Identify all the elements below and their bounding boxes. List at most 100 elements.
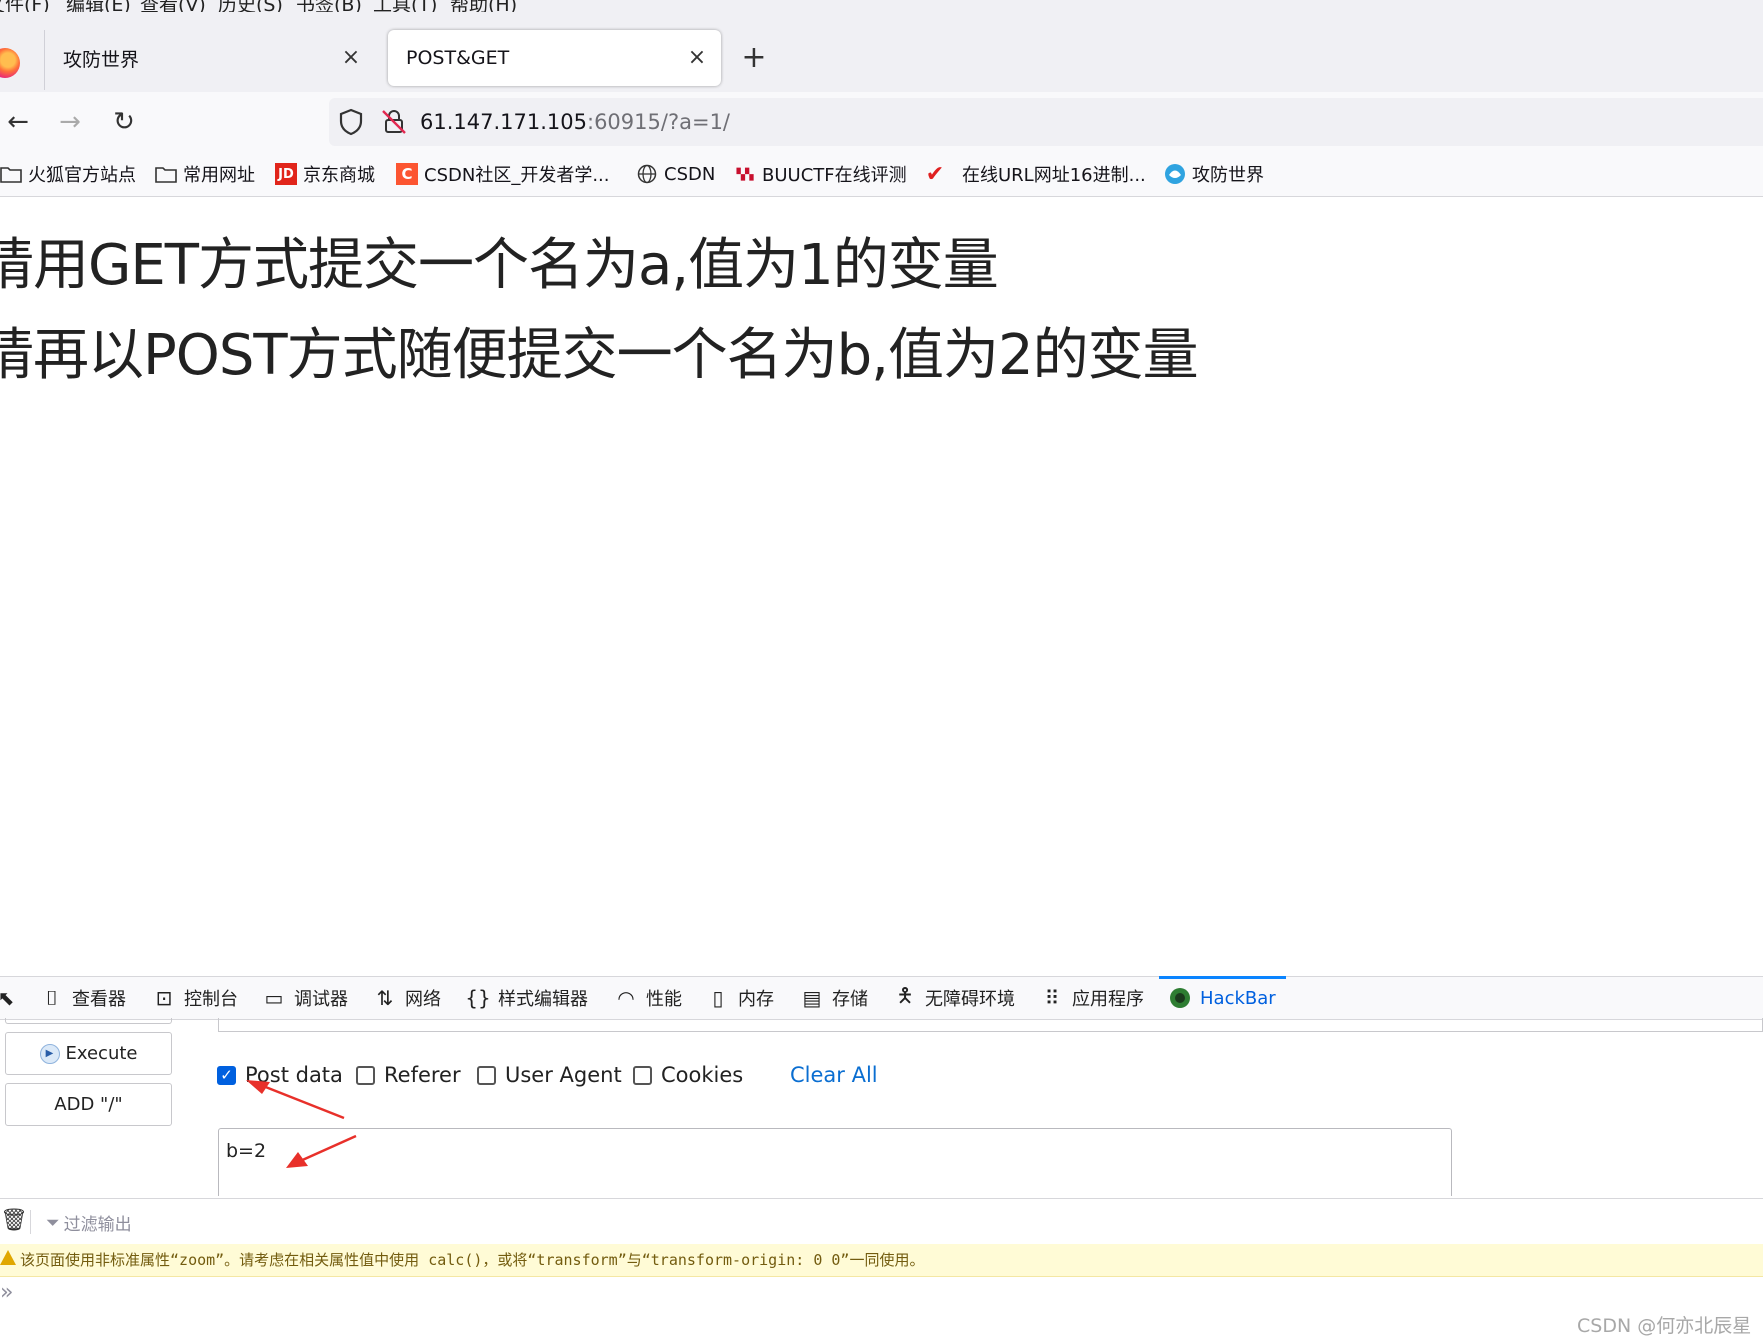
bookmark-label: 在线URL网址16进制... — [962, 165, 1146, 186]
tab-post-get[interactable]: POST&GET × — [388, 30, 721, 86]
hackbar-logo-icon — [1168, 986, 1192, 1010]
hackbar-url-field-partial[interactable] — [218, 1018, 1763, 1032]
cursor-icon: ⬉ — [0, 986, 15, 1010]
bookmark-label: 攻防世界 — [1192, 165, 1264, 186]
close-icon[interactable]: × — [683, 44, 711, 72]
tab-label: 攻防世界 — [63, 48, 140, 71]
grid-icon: ⠿ — [1044, 986, 1060, 1010]
devtools-tab-label: 应用程序 — [1072, 989, 1144, 1010]
devtools-tab-hackbar[interactable]: HackBar — [1168, 980, 1276, 1016]
bookmark-label: BUUCTF在线评测 — [762, 165, 907, 186]
close-icon[interactable]: × — [337, 44, 365, 72]
bookmark-url-hex[interactable]: ✔ 在线URL网址16进制... — [924, 160, 1146, 188]
cookies-checkbox[interactable]: Cookies — [633, 1060, 743, 1090]
csdn-icon: C — [396, 163, 418, 185]
reload-icon[interactable]: ↻ — [106, 104, 142, 140]
accessibility-person-icon: 🯅 — [896, 983, 914, 1007]
devtools-tab-label: 控制台 — [184, 989, 238, 1010]
bookmark-label: CSDN社区_开发者学... — [424, 165, 610, 186]
bookmark-label: 火狐官方站点 — [28, 165, 136, 186]
console-filter-input[interactable]: ⏷ 过滤输出 — [46, 1210, 132, 1236]
menu-edit[interactable]: 编辑(E) — [66, 0, 131, 12]
console-icon: ⊡ — [155, 986, 173, 1010]
url-host: 61.147.171.105 — [420, 110, 587, 134]
menu-bookmarks[interactable]: 书签(B) — [296, 0, 362, 12]
devtools-tab-application[interactable]: ⠿ 应用程序 — [1040, 980, 1144, 1016]
checkbox-icon[interactable] — [477, 1065, 496, 1085]
tab-adworld[interactable]: 攻防世界 × — [45, 30, 375, 86]
filter-placeholder: 过滤输出 — [63, 1215, 132, 1235]
folder-icon — [0, 163, 22, 185]
execute-button[interactable]: ▶ Execute — [5, 1032, 172, 1075]
devtools-tab-debugger[interactable]: ▭ 调试器 — [262, 980, 348, 1016]
inspector-icon: ⌷ — [46, 986, 58, 1010]
console-warning-text: 该页面使用非标准属性“zoom”。请考虑在相关属性值中使用 calc()，或将“… — [20, 1251, 925, 1269]
filter-funnel-icon: ⏷ — [46, 1212, 60, 1233]
bookmark-adworld[interactable]: 攻防世界 — [1164, 160, 1264, 188]
checkmark-icon: ✔ — [925, 161, 945, 187]
devtools-tab-memory[interactable]: ▯ 内存 — [706, 980, 774, 1016]
bookmark-common-sites[interactable]: 常用网址 — [155, 160, 255, 188]
folder-icon — [155, 163, 177, 185]
devtools-tab-label: 存储 — [832, 989, 868, 1010]
menu-file[interactable]: 文件(F) — [0, 0, 50, 12]
referer-checkbox[interactable]: Referer — [356, 1060, 461, 1090]
globe-icon — [636, 163, 658, 185]
devtools-tab-performance[interactable]: ◠ 性能 — [614, 980, 682, 1016]
memory-chip-icon: ▯ — [712, 986, 724, 1010]
devtools-tab-console[interactable]: ⊡ 控制台 — [152, 980, 238, 1016]
devtools-tab-accessibility[interactable]: 🯅 无障碍环境 — [893, 980, 1015, 1016]
element-picker-icon[interactable]: ⬉ — [0, 980, 26, 1016]
menu-history[interactable]: 历史(S) — [218, 0, 283, 12]
buuctf-icon: ▚▚ — [736, 167, 754, 181]
url-path: :60915/?a=1/ — [587, 110, 731, 134]
devtools-tab-inspector[interactable]: ⌷ 查看器 — [40, 980, 126, 1016]
add-slash-button[interactable]: ADD "/" — [5, 1083, 172, 1126]
annotation-arrow-icon — [246, 1080, 345, 1120]
devtools-tab-label: 样式编辑器 — [498, 989, 588, 1010]
bookmark-label: 京东商城 — [303, 165, 375, 186]
menu-view[interactable]: 查看(V) — [140, 0, 206, 12]
devtools-tab-style-editor[interactable]: {} 样式编辑器 — [465, 980, 588, 1016]
devtools-tab-storage[interactable]: ▤ 存储 — [800, 980, 868, 1016]
clear-all-link[interactable]: Clear All — [790, 1060, 878, 1090]
braces-icon: {} — [465, 986, 491, 1010]
bookmark-csdn[interactable]: CSDN — [636, 160, 715, 188]
insecure-lock-icon[interactable] — [380, 108, 408, 136]
tab-label: POST&GET — [406, 47, 510, 69]
checkbox-label: Referer — [384, 1063, 461, 1087]
post-data-textarea[interactable] — [218, 1128, 1452, 1196]
hackbar-button-partial[interactable] — [5, 1018, 172, 1024]
console-toolbar — [0, 1198, 1763, 1246]
warning-icon — [0, 1250, 16, 1265]
checkbox-label: User Agent — [505, 1063, 622, 1087]
jd-icon: JD — [275, 163, 297, 185]
back-arrow-icon[interactable]: ← — [0, 104, 36, 140]
debugger-icon: ▭ — [264, 986, 284, 1010]
bookmark-jd[interactable]: JD 京东商城 — [275, 160, 375, 188]
menu-help[interactable]: 帮助(H) — [450, 0, 517, 12]
new-tab-plus-icon[interactable]: + — [736, 40, 772, 76]
add-slash-label: ADD "/" — [54, 1094, 123, 1115]
bookmark-firefox-site[interactable]: 火狐官方站点 — [0, 160, 136, 188]
user-agent-checkbox[interactable]: User Agent — [477, 1060, 622, 1090]
forward-arrow-icon[interactable]: → — [52, 104, 88, 140]
adworld-icon — [1164, 163, 1186, 185]
url-text[interactable]: 61.147.171.105:60915/?a=1/ — [420, 108, 730, 136]
instruction-post: 请再以POST方式随便提交一个名为b,值为2的变量 — [0, 323, 1199, 388]
menu-tools[interactable]: 工具(T) — [373, 0, 437, 12]
bookmark-csdn-community[interactable]: C CSDN社区_开发者学... — [396, 160, 609, 188]
gauge-icon: ◠ — [617, 986, 635, 1010]
execute-label: Execute — [65, 1043, 138, 1064]
checkbox-icon[interactable] — [633, 1065, 652, 1085]
shield-icon[interactable] — [338, 108, 364, 136]
bookmark-label: CSDN — [664, 163, 716, 185]
bookmark-buuctf[interactable]: ▚▚ BUUCTF在线评测 — [734, 160, 907, 188]
devtools-tab-label: 无障碍环境 — [925, 989, 1015, 1010]
checkbox-checked-icon[interactable]: ✓ — [217, 1065, 236, 1085]
network-arrows-icon: ⇅ — [376, 986, 394, 1010]
console-prompt-icon[interactable]: » — [0, 1280, 13, 1305]
checkbox-label: Cookies — [661, 1063, 744, 1087]
trash-icon[interactable]: 🗑 — [0, 1208, 28, 1233]
devtools-tab-network[interactable]: ⇅ 网络 — [373, 980, 441, 1016]
